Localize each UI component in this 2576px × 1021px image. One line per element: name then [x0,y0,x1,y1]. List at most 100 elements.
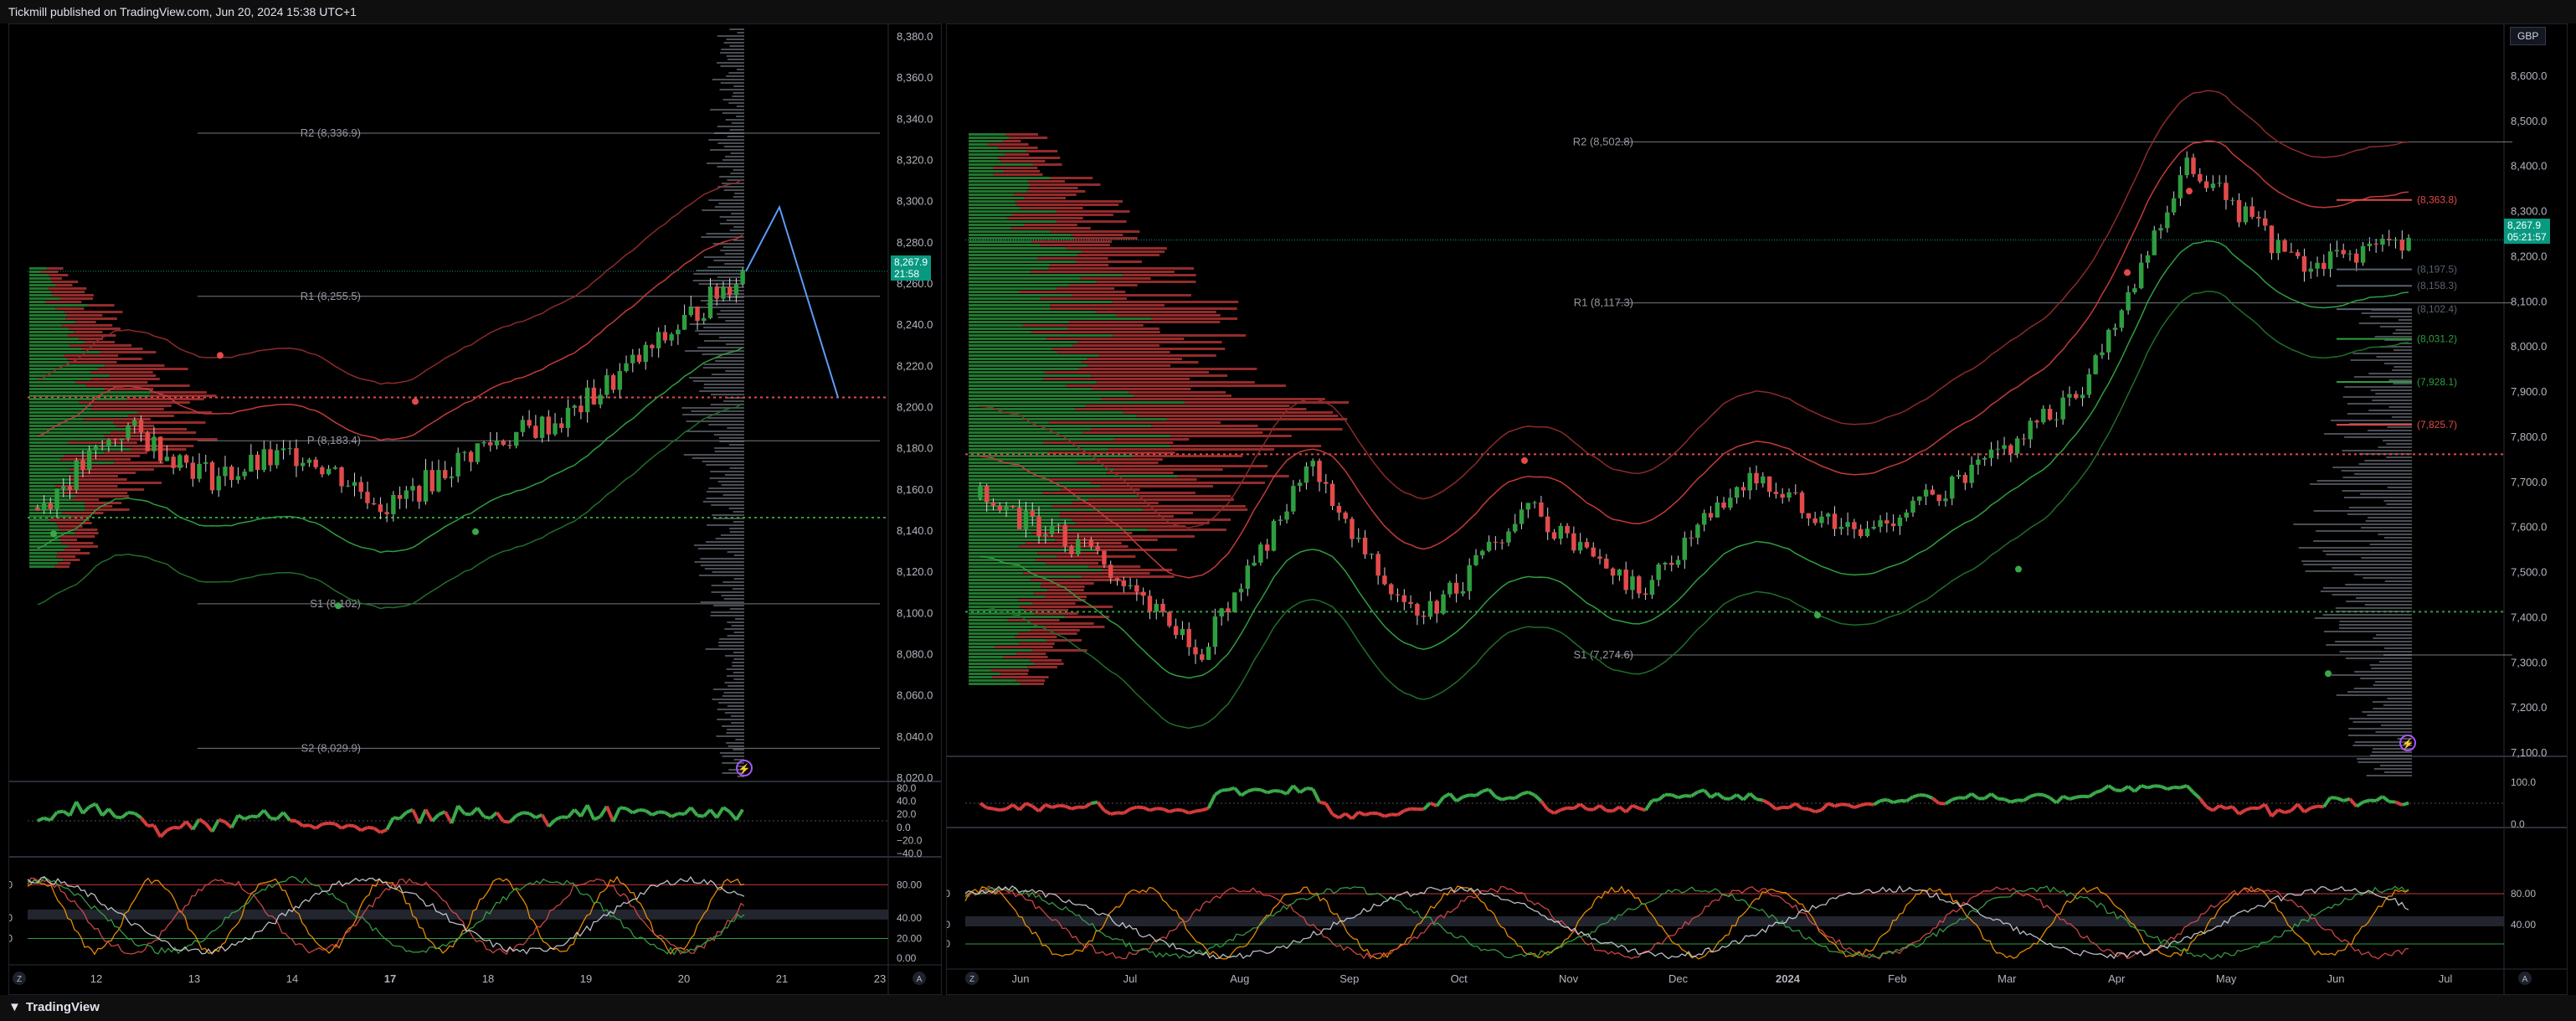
zoom-icon-label: Z [969,975,974,984]
volume-profile-bar-down [1137,415,1339,417]
candle-up [1076,539,1081,554]
volume-profile-bar-gray [725,343,744,345]
osc2-left-label: 80.00 [947,888,950,900]
volume-profile-bar-up [29,381,76,384]
volume-profile-bar-gray [721,484,744,486]
right-chart-panel[interactable]: 8,600.0 8,500.0 8,400.0 8,300.0 8,200.0 8,100… [946,23,2568,995]
momentum-segment [1064,804,1072,811]
volume-profile-bar-down [1032,163,1062,166]
volume-profile-bar-gray [692,457,744,459]
volume-profile-bar-gray [727,621,744,623]
volume-profile-bar-down [50,277,62,280]
volume-profile-bar-gray [2356,597,2412,599]
momentum-segment [1311,788,1321,803]
volume-profile-bar-up [969,371,1045,374]
volume-profile-bar-gray [2375,731,2412,733]
volume-profile-bar-up [969,250,1082,253]
momentum-segment [1240,789,1249,797]
volume-profile-bar-down [1113,438,1190,441]
momentum-segment [2023,795,2032,802]
candle-down [1740,487,1746,491]
volume-profile-bar-up [969,281,1097,283]
volume-profile-bar-gray [2342,477,2412,478]
left-chart-svg[interactable]: 8,380.0 8,360.0 8,340.0 8,320.0 8,300.0 8,280… [9,24,941,994]
volume-profile-bar-down [1071,294,1191,297]
volume-profile-bar-gray [720,250,744,251]
volume-profile-bar-gray [2313,510,2412,512]
volume-profile-bar-up [969,160,1001,162]
volume-profile-bar-up [969,539,1056,541]
momentum-segment [2133,784,2143,793]
candle-up [1043,534,1048,537]
price-tick-label: 8,120.0 [897,565,933,578]
momentum-segment [2062,794,2070,801]
momentum-segment [625,807,634,815]
signal-dot [217,352,224,359]
volume-profile-bar-down [1088,565,1141,568]
candle-up [1976,459,1981,465]
momentum-segment [1586,807,1594,812]
volume-profile-bar-down [1147,529,1226,531]
volume-profile-bar-gray [2332,567,2412,569]
candle-up [1675,559,1681,565]
price-tick-label: 8,300.0 [2511,205,2547,218]
volume-profile-bar-up [29,368,98,370]
volume-profile-bar-down [87,304,115,307]
volume-profile-bar-gray [728,745,744,747]
momentum-segment [671,812,679,818]
candle-down [313,459,318,467]
candle-up [126,425,131,439]
time-tick-label: 19 [580,972,592,985]
momentum-segment [2336,796,2344,802]
volume-profile-bar-gray [702,461,744,462]
momentum-segment [1156,807,1164,811]
candle-up [1956,474,1962,477]
momentum-segment [2375,795,2384,802]
volume-profile-bar-up [969,455,1134,457]
volume-profile-bar-gray [726,742,744,744]
pivot-label: S2 (8,029.9) [301,741,361,754]
volume-profile-bar-gray [707,417,744,419]
osc2-left-label: 80.00 [9,879,13,890]
volume-profile-bar-gray [707,162,744,164]
candle-down [2301,255,2307,272]
volume-profile-bar-gray [728,685,744,687]
momentum-segment [1939,802,1946,806]
left-chart-panel[interactable]: 8,380.0 8,360.0 8,340.0 8,320.0 8,300.0 8,280… [8,23,942,995]
volume-profile-bar-down [1069,321,1221,323]
candle-down [1408,601,1413,605]
volume-profile-bar-down [1000,673,1028,675]
currency-selector[interactable]: GBP [2510,27,2547,45]
volume-profile-bar-gray [2374,681,2412,683]
price-level-label: (7,825.7) [2417,419,2457,431]
volume-profile-bar-up [969,133,1006,136]
volume-profile-bar-up [969,465,1104,467]
volume-profile-bar-up [969,254,1077,256]
candle-down [1375,554,1381,576]
right-chart-svg[interactable]: 8,600.0 8,500.0 8,400.0 8,300.0 8,200.0 8,100… [947,24,2567,994]
candle-down [138,420,144,433]
volume-profile-bar-gray [718,642,744,643]
volume-profile-bar-up [969,361,1082,364]
momentum-segment [1306,786,1314,791]
osc2-left-label: 40.00 [9,912,13,924]
osc1-axis-label: 100.0 [2511,776,2536,788]
price-tick-label: 8,060.0 [897,689,933,702]
right-last-price: 8,267.9 [2507,219,2542,231]
volume-profile-bar-down [1019,642,1055,645]
volume-profile-bar-down [1072,518,1231,521]
volume-profile-bar-down [61,542,94,544]
candle-down [1499,542,1504,544]
volume-profile-bar-up [29,455,64,457]
volume-profile-bar-down [1116,314,1221,317]
candle-up [740,270,745,285]
momentum-segment [508,814,518,824]
momentum-segment [262,809,272,820]
volume-profile-bar-gray [2391,416,2412,418]
momentum-segment [210,818,220,833]
volume-profile-bar-gray [2372,400,2412,401]
candle-up [2184,157,2189,176]
time-tick-label: Nov [1559,972,1579,985]
volume-profile-bar-gray [2344,436,2412,438]
tradingview-logo-icon[interactable]: ▼ TradingView [8,1000,100,1014]
